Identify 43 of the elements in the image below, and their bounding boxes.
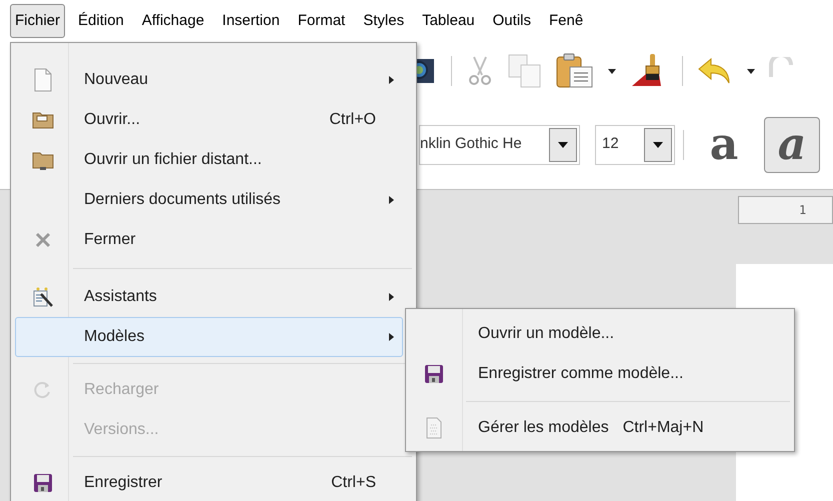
dropdown-button[interactable] [644,128,672,162]
submenu-item[interactable]: Gérer les modèles Ctrl+Maj+N [406,408,794,448]
menu-bar-item[interactable]: Fichier [10,4,66,38]
bold-button[interactable]: a [696,116,752,172]
save-template-icon [424,364,444,384]
menu-bar-item[interactable]: Outils [488,4,536,38]
caret-icon [558,142,568,148]
menu-bar-item[interactable]: Insertion [217,4,285,38]
paste-icon[interactable] [556,53,594,89]
menu-bar-item[interactable]: Tableau [417,4,480,38]
close-icon [35,232,51,248]
menu-bar-item[interactable]: Affichage [136,4,210,38]
menu-item[interactable]: Assistants [15,277,403,317]
submenu-arrow-icon [388,333,394,341]
dropdown-button[interactable] [549,128,577,162]
menu-item[interactable]: Enregistrer Ctrl+S [15,463,403,501]
italic-button[interactable]: a [764,116,820,172]
submenu-item[interactable]: Enregistrer comme modèle... [406,354,794,394]
wizard-icon [32,286,54,308]
ruler: 1 [738,196,833,224]
menu-item[interactable]: Ouvrir un fichier distant... [15,140,403,180]
template-icon [425,417,443,439]
submenu-arrow-icon [388,76,394,84]
dropdown-arrow-icon[interactable] [608,68,616,74]
submenu-arrow-icon [388,196,394,204]
menu-item[interactable]: Nouveau [15,60,403,100]
reload-icon [34,381,52,399]
save-icon [33,473,53,493]
menu-item[interactable]: Ouvrir... Ctrl+O [15,100,403,140]
menu-bar-item[interactable]: Édition [73,4,129,38]
menu-item[interactable]: Fermer [15,220,403,260]
document-icon [33,68,53,92]
menu-item[interactable]: Modèles [15,317,403,357]
font-size-field[interactable]: 12 [595,124,675,164]
menu-item[interactable]: Derniers documents utilisés [15,180,403,220]
font-name-field[interactable]: nklin Gothic He [419,124,580,164]
menu-bar-item[interactable]: Fenê [544,4,588,38]
caret-icon [653,142,663,148]
submenu-item[interactable]: Ouvrir un modèle... [406,314,794,354]
submenu-arrow-icon [388,293,394,301]
dropdown-arrow-icon[interactable] [747,68,755,74]
menu-bar-item[interactable]: Styles [358,4,410,38]
menu-bar-item[interactable]: Format [292,4,350,38]
